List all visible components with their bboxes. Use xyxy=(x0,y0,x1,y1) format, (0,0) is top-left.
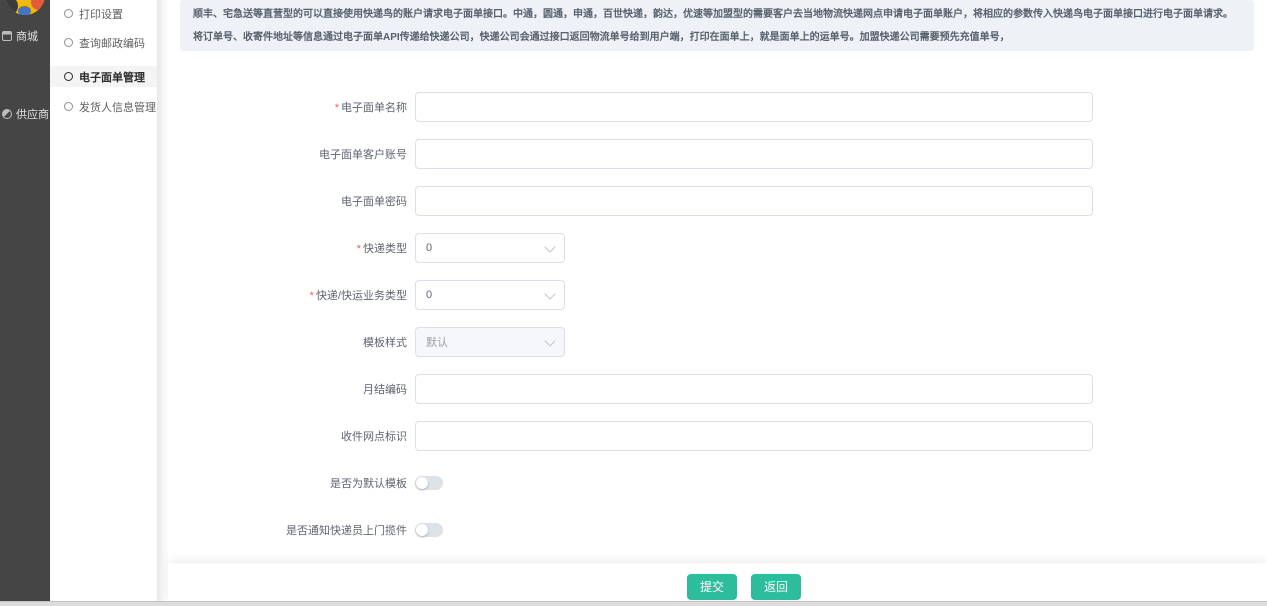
menu-item-label: 电子面单管理 xyxy=(79,69,145,85)
field-label: 收件网点标识 xyxy=(168,428,415,444)
monthly-settlement-code-input[interactable] xyxy=(415,374,1093,404)
radio-circle-icon xyxy=(64,102,73,111)
required-asterisk: * xyxy=(357,243,361,255)
radio-circle-icon xyxy=(64,9,73,18)
radio-circle-icon xyxy=(64,38,73,47)
form-row: *快递类型 0 xyxy=(168,233,1267,263)
description-line-2: 将订单号、收寄件地址等信息通过电子面单API传递给快递公司，快递公司会通过接口返… xyxy=(193,26,1244,49)
notify-courier-pickup-switch[interactable] xyxy=(415,523,443,537)
sidebar-item-label: 供应商 xyxy=(16,106,49,122)
required-asterisk: * xyxy=(335,102,339,114)
ewaybill-name-input[interactable] xyxy=(415,92,1093,122)
field-label: *电子面单名称 xyxy=(168,99,415,115)
field-label: 是否通知快递员上门揽件 xyxy=(168,522,415,538)
content-area: 顺丰、宅急送等直营型的可以直接使用快递鸟的账户请求电子面单接口。中通，圆通，申通… xyxy=(168,0,1267,602)
select-value: 0 xyxy=(426,289,432,301)
form-row: 电子面单密码 xyxy=(168,186,1267,216)
sidebar-item-mall[interactable]: 商城 xyxy=(0,26,50,46)
field-label: *快递类型 xyxy=(168,240,415,256)
express-business-type-select[interactable]: 0 xyxy=(415,280,565,310)
bottom-strip xyxy=(0,601,1267,606)
app-logo[interactable] xyxy=(5,0,45,15)
field-label: 模板样式 xyxy=(168,334,415,350)
sidebar-item-label: 商城 xyxy=(16,28,38,44)
logo-shape xyxy=(5,0,18,15)
form-row: *快递/快运业务类型 0 xyxy=(168,280,1267,310)
storefront-icon xyxy=(2,31,12,41)
default-template-switch[interactable] xyxy=(415,476,443,490)
chevron-down-icon xyxy=(544,241,555,252)
menu-item-shipper-info-management[interactable]: 发货人信息管理 xyxy=(50,96,157,117)
form-row: 是否通知快递员上门揽件 xyxy=(168,515,1267,545)
field-label: 电子面单密码 xyxy=(168,193,415,209)
form-row: 电子面单客户账号 xyxy=(168,139,1267,169)
chevron-down-icon xyxy=(544,288,555,299)
menu-item-label: 发货人信息管理 xyxy=(79,99,156,115)
ewaybill-customer-account-input[interactable] xyxy=(415,139,1093,169)
submit-button[interactable]: 提交 xyxy=(687,574,737,600)
switch-knob xyxy=(416,477,428,489)
switch-knob xyxy=(416,524,428,536)
radio-circle-icon xyxy=(64,72,73,81)
ewaybill-password-input[interactable] xyxy=(415,186,1093,216)
footer-button-group: 提交 返回 xyxy=(687,574,801,600)
express-type-select[interactable]: 0 xyxy=(415,233,565,263)
menu-item-label: 打印设置 xyxy=(79,6,123,22)
select-value: 默认 xyxy=(426,334,448,350)
field-label: *快递/快运业务类型 xyxy=(168,287,415,303)
form-row: 是否为默认模板 xyxy=(168,468,1267,498)
form-row: 模板样式 默认 xyxy=(168,327,1267,357)
sidebar-item-supplier[interactable]: 供应商 xyxy=(0,104,50,124)
menu-item-postcode-query[interactable]: 查询邮政编码 xyxy=(50,32,157,53)
field-label: 是否为默认模板 xyxy=(168,475,415,491)
description-line-1: 顺丰、宅急送等直营型的可以直接使用快递鸟的账户请求电子面单接口。中通，圆通，申通… xyxy=(193,3,1244,26)
back-button[interactable]: 返回 xyxy=(751,574,801,600)
ewaybill-form: *电子面单名称 电子面单客户账号 电子面单密码 *快递类型 0 *快递/快运业务… xyxy=(168,92,1267,562)
form-row: *电子面单名称 xyxy=(168,92,1267,122)
pickup-outlet-id-input[interactable] xyxy=(415,421,1093,451)
footer-bar: 提交 返回 xyxy=(168,563,1267,601)
chevron-down-icon xyxy=(544,335,555,346)
app-sidebar: 商城 供应商 xyxy=(0,0,50,602)
menu-divider xyxy=(157,0,168,602)
menu-item-ewaybill-management[interactable]: 电子面单管理 xyxy=(50,66,157,87)
logo-shape xyxy=(31,0,45,10)
description-panel: 顺丰、宅急送等直营型的可以直接使用快递鸟的账户请求电子面单接口。中通，圆通，申通… xyxy=(180,0,1254,51)
field-label: 月结编码 xyxy=(168,381,415,397)
logo-shape xyxy=(18,6,31,15)
required-asterisk: * xyxy=(310,290,314,302)
select-value: 0 xyxy=(426,242,432,254)
side-menu: 打印设置 查询邮政编码 电子面单管理 发货人信息管理 xyxy=(50,0,157,602)
field-label: 电子面单客户账号 xyxy=(168,146,415,162)
supplier-icon xyxy=(2,109,12,119)
menu-item-print-settings[interactable]: 打印设置 xyxy=(50,3,157,24)
form-row: 月结编码 xyxy=(168,374,1267,404)
menu-item-label: 查询邮政编码 xyxy=(79,35,145,51)
template-style-select[interactable]: 默认 xyxy=(415,327,565,357)
form-row: 收件网点标识 xyxy=(168,421,1267,451)
